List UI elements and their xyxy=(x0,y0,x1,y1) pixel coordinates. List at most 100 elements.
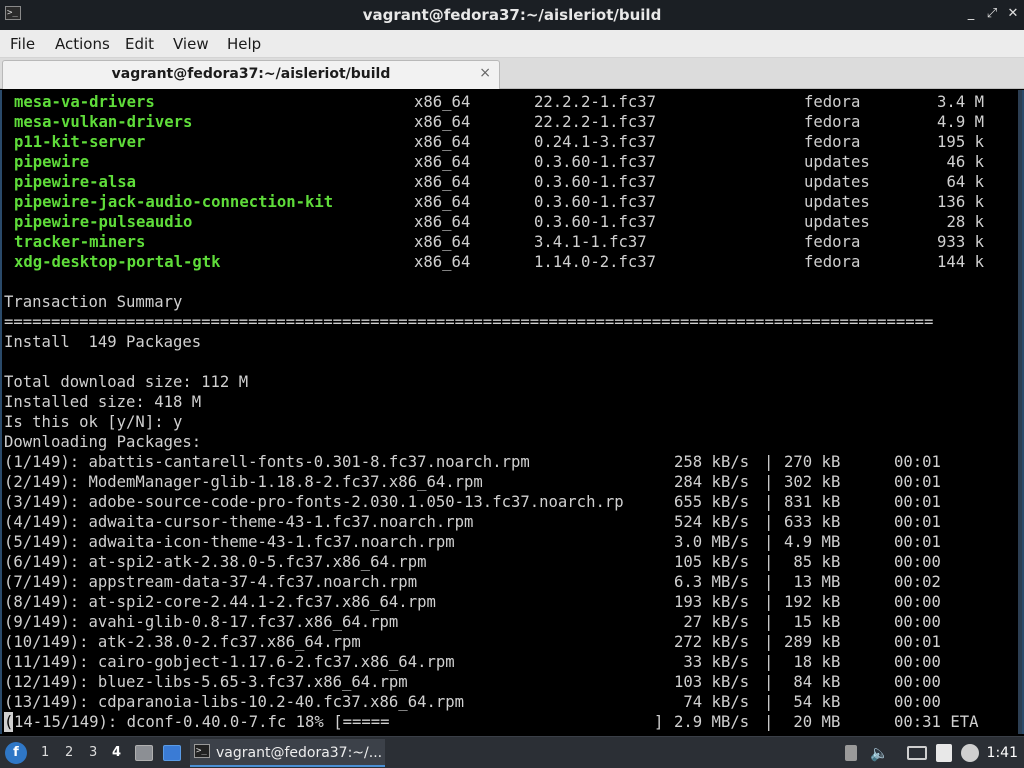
download-file: (13/149): cdparanoia-libs-10.2-40.fc37.x… xyxy=(4,693,465,711)
download-file: (3/149): adobe-source-code-pro-fonts-2.0… xyxy=(4,493,624,511)
package-version: 22.2.2-1.fc37 xyxy=(534,93,657,111)
terminal-scrollbar[interactable] xyxy=(1018,90,1022,734)
download-row: (4/149): adwaita-cursor-theme-43-1.fc37.… xyxy=(4,512,1014,532)
download-size: 84 kB xyxy=(784,673,841,691)
download-speed: 103 kB/s xyxy=(674,673,750,691)
download-size: 15 kB xyxy=(784,613,841,631)
download-sep: | xyxy=(764,533,774,551)
download-sep: | xyxy=(764,593,774,611)
package-row: mesa-va-drivers x86_64 22.2.2-1.fc37 fedora… xyxy=(4,92,1014,112)
download-size: 289 kB xyxy=(784,633,841,651)
download-row: (10/149): atk-2.38.0-2.fc37.x86_64.rpm 27… xyxy=(4,632,1014,652)
clock[interactable]: 1:41 xyxy=(987,745,1018,761)
package-size: 195 k xyxy=(937,133,984,151)
package-arch: x86_64 xyxy=(414,173,471,191)
install-count: Install 149 Packages xyxy=(4,333,202,351)
package-version: 0.3.60-1.fc37 xyxy=(534,213,657,231)
package-repo: fedora xyxy=(804,233,861,251)
package-arch: x86_64 xyxy=(414,133,471,151)
workspace-4[interactable]: 4 xyxy=(112,745,121,760)
network-icon[interactable] xyxy=(907,746,927,760)
download-speed: 284 kB/s xyxy=(674,473,750,491)
close-button[interactable]: ✕ xyxy=(1004,5,1022,23)
package-version: 22.2.2-1.fc37 xyxy=(534,113,657,131)
clipboard-icon[interactable] xyxy=(936,744,952,762)
download-sep: | xyxy=(764,693,774,711)
download-file: (9/149): avahi-glib-0.8-17.fc37.x86_64.r… xyxy=(4,613,399,631)
summary-rule: ========================================… xyxy=(4,312,1014,332)
package-repo: fedora xyxy=(804,253,861,271)
taskbar-item-terminal[interactable]: >_ vagrant@fedora37:~/... xyxy=(190,739,385,767)
downloading-line: Downloading Packages: xyxy=(4,432,1014,452)
updates-icon[interactable] xyxy=(845,745,857,761)
package-version: 0.3.60-1.fc37 xyxy=(534,193,657,211)
window-titlebar[interactable]: >_ vagrant@fedora37:~/aisleriot/build _ … xyxy=(0,0,1024,30)
package-name: mesa-va-drivers xyxy=(14,93,155,111)
download-speed: 272 kB/s xyxy=(674,633,750,651)
package-repo: updates xyxy=(804,193,870,211)
terminal-cursor: ( xyxy=(4,712,14,732)
download-row: (11/149): cairo-gobject-1.17.6-2.fc37.x8… xyxy=(4,652,1014,672)
package-size: 933 k xyxy=(937,233,984,251)
minimize-button[interactable]: _ xyxy=(962,5,980,23)
menu-actions[interactable]: Actions xyxy=(55,35,110,53)
start-menu-icon[interactable]: f xyxy=(5,742,27,764)
download-file: (10/149): atk-2.38.0-2.fc37.x86_64.rpm xyxy=(4,633,361,651)
workspace-1[interactable]: 1 xyxy=(41,745,49,760)
window-title: vagrant@fedora37:~/aisleriot/build xyxy=(362,6,662,24)
installed-size: Installed size: 418 M xyxy=(4,393,202,411)
package-size: 136 k xyxy=(937,193,984,211)
package-row: pipewire x86_64 0.3.60-1.fc37 updates 46 k xyxy=(4,152,1014,172)
download-row: (9/149): avahi-glib-0.8-17.fc37.x86_64.r… xyxy=(4,612,1014,632)
download-file: (7/149): appstream-data-37-4.fc37.noarch… xyxy=(4,573,418,591)
download-size: 85 kB xyxy=(784,553,841,571)
download-row: (1/149): abattis-cantarell-fonts-0.301-8… xyxy=(4,452,1014,472)
menu-edit[interactable]: Edit xyxy=(125,35,154,53)
download-row: (13/149): cdparanoia-libs-10.2-40.fc37.x… xyxy=(4,692,1014,712)
package-repo: fedora xyxy=(804,113,861,131)
menu-help[interactable]: Help xyxy=(227,35,261,53)
package-repo: updates xyxy=(804,153,870,171)
package-repo: updates xyxy=(804,173,870,191)
package-repo: updates xyxy=(804,213,870,231)
download-sep: | xyxy=(764,553,774,571)
tab-close-icon[interactable]: × xyxy=(479,65,491,81)
progress-sep: | xyxy=(764,713,774,731)
tab-bar: vagrant@fedora37:~/aisleriot/build × xyxy=(0,58,1024,89)
workspace-3[interactable]: 3 xyxy=(89,745,97,760)
download-speed: 6.3 MB/s xyxy=(674,573,750,591)
download-row: (5/149): adwaita-icon-theme-43-1.fc37.no… xyxy=(4,532,1014,552)
desktop-icon[interactable] xyxy=(163,745,181,761)
package-row: p11-kit-server x86_64 0.24.1-3.fc37 fedora 1… xyxy=(4,132,1014,152)
maximize-button[interactable]: ⤢ xyxy=(983,5,1001,23)
download-size: 302 kB xyxy=(784,473,841,491)
workspace-2[interactable]: 2 xyxy=(65,745,73,760)
menu-view[interactable]: View xyxy=(173,35,209,53)
confirm-prompt: Is this ok [y/N]: y xyxy=(4,413,183,431)
download-size: 831 kB xyxy=(784,493,841,511)
download-row: (12/149): bluez-libs-5.65-3.fc37.x86_64.… xyxy=(4,672,1014,692)
download-sep: | xyxy=(764,673,774,691)
package-row: xdg-desktop-portal-gtk x86_64 1.14.0-2.fc3… xyxy=(4,252,1014,272)
notification-icon[interactable] xyxy=(961,744,979,762)
download-file: (4/149): adwaita-cursor-theme-43-1.fc37.… xyxy=(4,513,474,531)
menu-file[interactable]: File xyxy=(10,35,35,53)
file-manager-icon[interactable] xyxy=(135,745,153,761)
download-time: 00:02 xyxy=(894,573,941,591)
download-sep: | xyxy=(764,473,774,491)
progress-speed: 2.9 MB/s xyxy=(674,713,750,731)
download-time: 00:01 xyxy=(894,633,941,651)
download-file: (1/149): abattis-cantarell-fonts-0.301-8… xyxy=(4,453,530,471)
menu-bar: File Actions Edit View Help xyxy=(0,30,1024,58)
volume-icon[interactable]: 🔈 xyxy=(870,744,889,762)
downloading-header: Downloading Packages: xyxy=(4,433,202,451)
terminal-output[interactable]: mesa-va-drivers x86_64 22.2.2-1.fc37 fedora… xyxy=(0,90,1024,734)
package-size: 4.9 M xyxy=(937,113,984,131)
download-row: (6/149): at-spi2-atk-2.38.0-5.fc37.x86_6… xyxy=(4,552,1014,572)
package-version: 3.4.1-1.fc37 xyxy=(534,233,647,251)
package-arch: x86_64 xyxy=(414,213,471,231)
download-size: 192 kB xyxy=(784,593,841,611)
tab-terminal[interactable]: vagrant@fedora37:~/aisleriot/build × xyxy=(2,60,500,89)
package-name: pipewire-pulseaudio xyxy=(14,213,193,231)
package-name: xdg-desktop-portal-gtk xyxy=(14,253,221,271)
